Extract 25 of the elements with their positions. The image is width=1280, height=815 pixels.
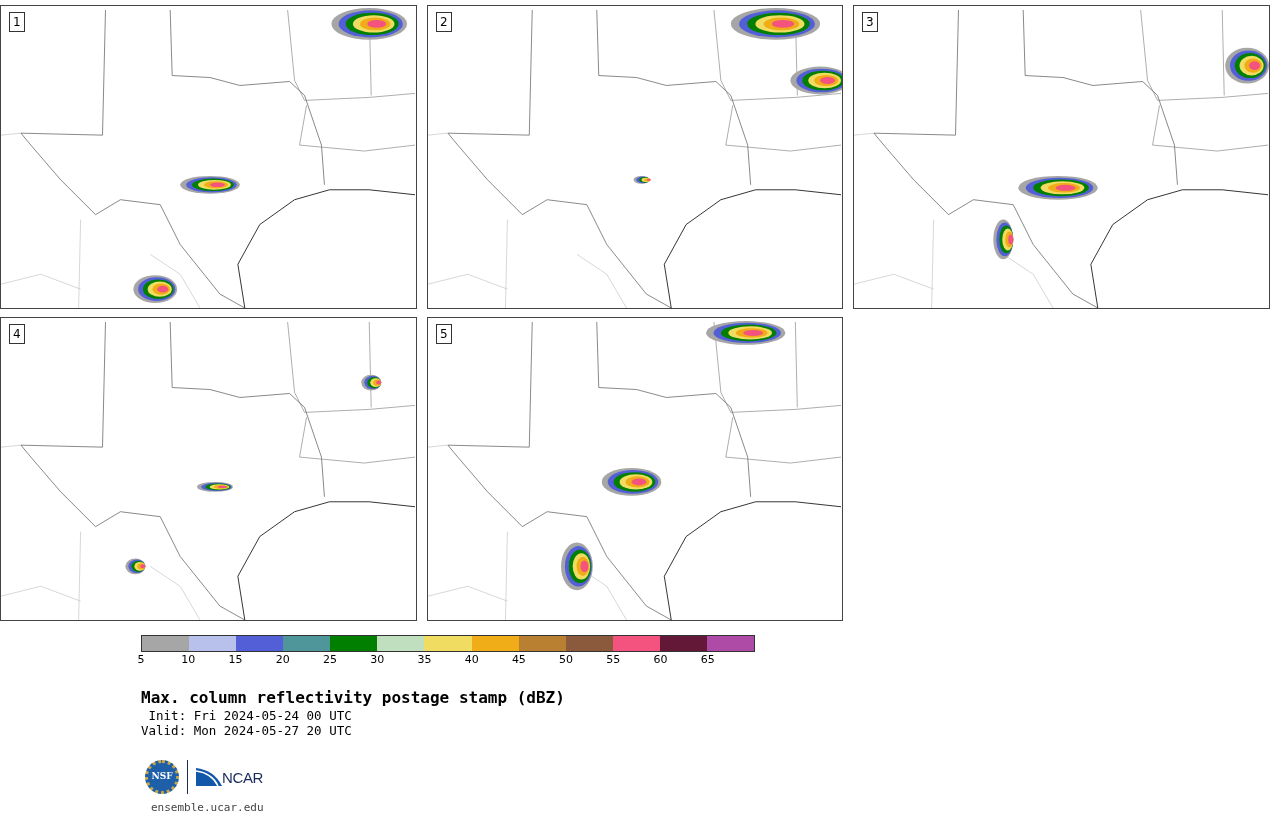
tick-label: 50 bbox=[559, 654, 574, 666]
init-time: Init: Fri 2024-05-24 00 UTC bbox=[147, 708, 353, 723]
ncar-logo: NCAR bbox=[196, 768, 263, 786]
tick-label: 40 bbox=[464, 654, 479, 666]
panel-number: 3 bbox=[862, 12, 878, 32]
tick-label: 15 bbox=[228, 654, 243, 666]
valid-time: Valid: Mon 2024-05-27 20 UTC bbox=[141, 723, 353, 738]
tick-label: 20 bbox=[275, 654, 290, 666]
nsf-logo: NSF bbox=[145, 760, 179, 794]
tick-label: 5 bbox=[137, 654, 145, 666]
tick-label: 55 bbox=[606, 654, 621, 666]
tick-label: 35 bbox=[417, 654, 432, 666]
tick-label: 45 bbox=[511, 654, 526, 666]
panel-number: 4 bbox=[9, 324, 25, 344]
panel-number: 1 bbox=[9, 12, 25, 32]
site-url: ensemble.ucar.edu bbox=[151, 800, 265, 815]
tick-label: 10 bbox=[181, 654, 196, 666]
tick-label: 65 bbox=[700, 654, 715, 666]
chart-title: Max. column reflectivity postage stamp (dBZ) bbox=[141, 688, 566, 708]
tick-label: 30 bbox=[370, 654, 385, 666]
ncar-swoosh-icon bbox=[196, 768, 222, 786]
tick-label: 25 bbox=[322, 654, 337, 666]
tick-label: 60 bbox=[653, 654, 668, 666]
panel-number: 2 bbox=[436, 12, 452, 32]
panel-number: 5 bbox=[436, 324, 452, 344]
